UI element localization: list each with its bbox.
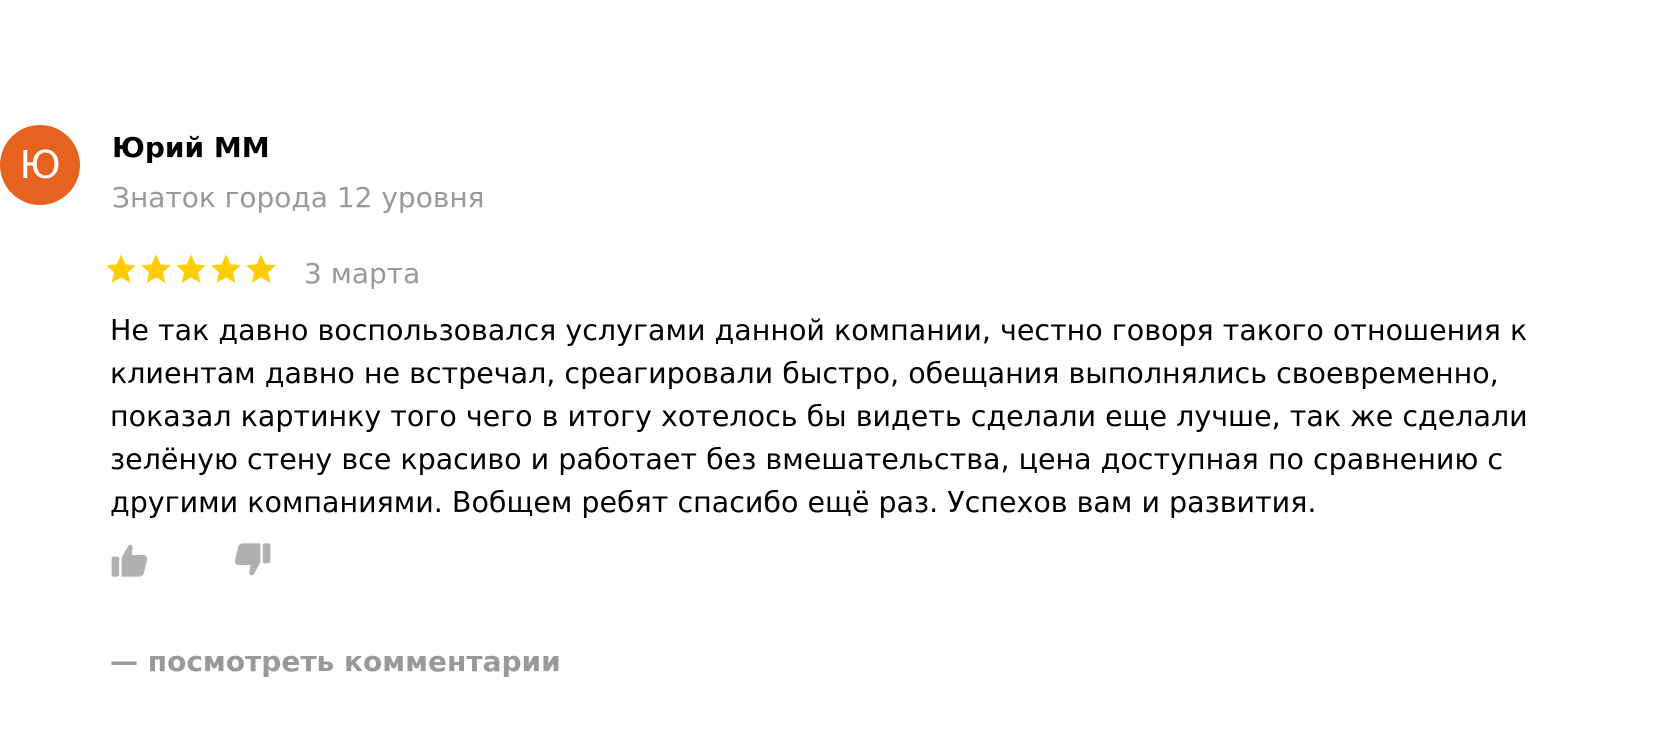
star-icon (141, 254, 171, 283)
review-date: 3 марта (304, 257, 421, 290)
star-icon (176, 254, 206, 283)
star-icon (106, 254, 136, 283)
dislike-button[interactable] (232, 540, 272, 580)
thumbs-down-icon (234, 543, 271, 576)
avatar[interactable]: Ю (0, 125, 80, 205)
thumbs-up-icon (111, 544, 148, 577)
avatar-letter: Ю (19, 143, 61, 187)
like-button[interactable] (110, 540, 150, 580)
author-name[interactable]: Юрий ММ (112, 131, 270, 165)
author-level: Знаток города 12 уровня (112, 181, 485, 214)
review-card: Ю Юрий ММ Знаток города 12 уровня 3 март… (0, 0, 1680, 756)
review-text: Не так давно воспользовался услугами дан… (110, 314, 1528, 519)
rating-stars (104, 252, 278, 292)
view-comments-link[interactable]: — посмотреть комментарии (110, 645, 561, 679)
star-icon (211, 254, 241, 283)
star-icon (246, 254, 276, 283)
